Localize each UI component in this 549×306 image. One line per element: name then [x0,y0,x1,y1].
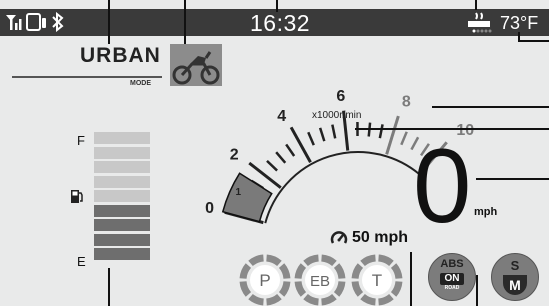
transmission-mode-bottom: M [509,277,521,293]
indicator-label: P [259,271,270,290]
indicator-ring-segment [378,254,394,267]
abs-state: ON [440,273,464,285]
indicator-ring-segment [239,263,252,279]
indicator-ring-segment [266,254,282,267]
indicator-ring-segment [390,281,403,297]
indicator-ring-segment [378,293,394,306]
callout-line [518,32,520,40]
callout-line [432,106,549,108]
indicator-label: T [372,271,382,290]
parking-brake-indicator: P [239,254,291,306]
callout-line [410,252,412,306]
indicator-ring-segment [248,293,264,306]
instrument-display: 16:32 73°F URBAN MODE F E 0 1 2 4 6 8 10 x1000r… [0,0,549,306]
callout-line [518,40,549,42]
indicator-ring-segment [351,263,364,279]
indicator-ring-segment [303,254,319,267]
indicator-ring-segment [333,263,346,279]
abs-mode-badge: ABS ON ROAD [428,253,476,301]
transmission-mode-badge: S M [491,253,539,301]
indicator-label: EB [310,273,330,290]
indicator-ring-segment [390,263,403,279]
callout-line [476,178,549,180]
callout-line [355,128,549,130]
callout-line [184,0,186,44]
indicator-ring-segment [360,254,376,267]
indicator-ring-segment [321,293,337,306]
abs-label: ABS [440,258,464,270]
callout-line [276,0,278,12]
indicator-ring-segment [266,293,282,306]
indicator-ring-segment [294,281,307,297]
engine-brake-indicator: EB [294,254,346,306]
indicator-ring-segment [360,293,376,306]
callout-line [475,0,477,10]
indicator-ring-segment [248,254,264,267]
indicator-ring-segment [294,263,307,279]
transmission-mode-top: S [510,258,520,273]
indicator-ring-segment [351,281,364,297]
indicator-ring-segment [239,281,252,297]
callout-line [476,275,478,306]
abs-sub-label: ROAD [444,285,460,291]
traction-control-indicator: T [351,254,403,306]
indicator-ring-segment [278,263,291,279]
callout-line [108,0,110,44]
indicator-ring-segment [321,254,337,267]
indicator-ring-segment [278,281,291,297]
indicator-ring-segment [333,281,346,297]
callout-line [108,268,110,306]
indicator-ring-segment [303,293,319,306]
